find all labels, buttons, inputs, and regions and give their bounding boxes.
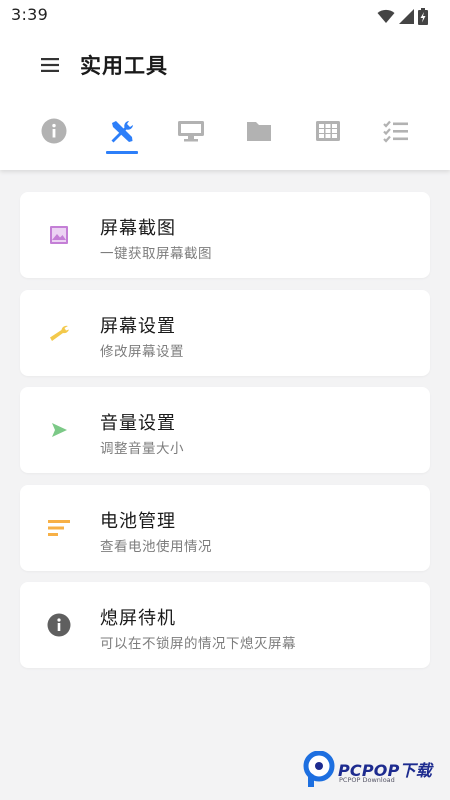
wrench-icon [46,320,72,346]
item-subtitle: 修改屏幕设置 [100,344,184,360]
tab-monitor[interactable] [167,108,215,158]
tools-icon [108,118,136,150]
status-bar: 3:39 [0,0,450,32]
page-title: 实用工具 [80,54,168,78]
tab-selected-indicator [106,151,138,154]
checklist-icon [382,118,410,148]
item-subtitle: 查看电池使用情况 [100,539,212,555]
tab-info[interactable] [30,108,78,158]
status-time: 3:39 [11,5,49,24]
folder-icon [245,118,273,148]
menu-button[interactable] [36,52,64,80]
tab-folder[interactable] [235,108,283,158]
watermark-logo: PCPOP下载 PCPOP Download [302,749,442,789]
item-title: 电池管理 [100,511,176,532]
item-subtitle: 一键获取屏幕截图 [100,246,212,262]
item-subtitle: 调整音量大小 [100,441,184,457]
wifi-icon [377,9,395,24]
list-item-screen-off-standby[interactable]: 熄屏待机 可以在不锁屏的情况下熄灭屏幕 [20,582,430,668]
battery-charging-icon [418,7,428,25]
item-title: 屏幕截图 [100,218,176,239]
top-header: 3:39 实用工具 [0,0,450,170]
tab-checklist[interactable] [372,108,420,158]
status-icons [377,7,428,25]
item-title: 屏幕设置 [100,316,176,337]
sort-lines-icon [46,515,72,541]
menu-icon [41,57,59,76]
list-item-screenshot[interactable]: 屏幕截图 一键获取屏幕截图 [20,192,430,278]
tab-bar [20,108,430,158]
watermark-subtext: PCPOP Download [339,776,395,784]
tab-tools[interactable] [98,108,146,158]
play-arrow-icon [46,417,72,443]
info-icon [46,612,72,638]
list-item-battery-management[interactable]: 电池管理 查看电池使用情况 [20,485,430,571]
item-subtitle: 可以在不锁屏的情况下熄灭屏幕 [100,636,296,652]
pcpop-logo-icon [302,750,336,791]
list-item-screen-settings[interactable]: 屏幕设置 修改屏幕设置 [20,290,430,376]
image-icon [46,222,72,248]
monitor-icon [177,118,205,148]
grid-icon [314,118,342,148]
item-title: 音量设置 [100,413,176,434]
tab-grid[interactable] [304,108,352,158]
item-title: 熄屏待机 [100,608,176,629]
info-icon [41,118,67,148]
signal-icon [399,8,414,24]
list-item-volume-settings[interactable]: 音量设置 调整音量大小 [20,387,430,473]
